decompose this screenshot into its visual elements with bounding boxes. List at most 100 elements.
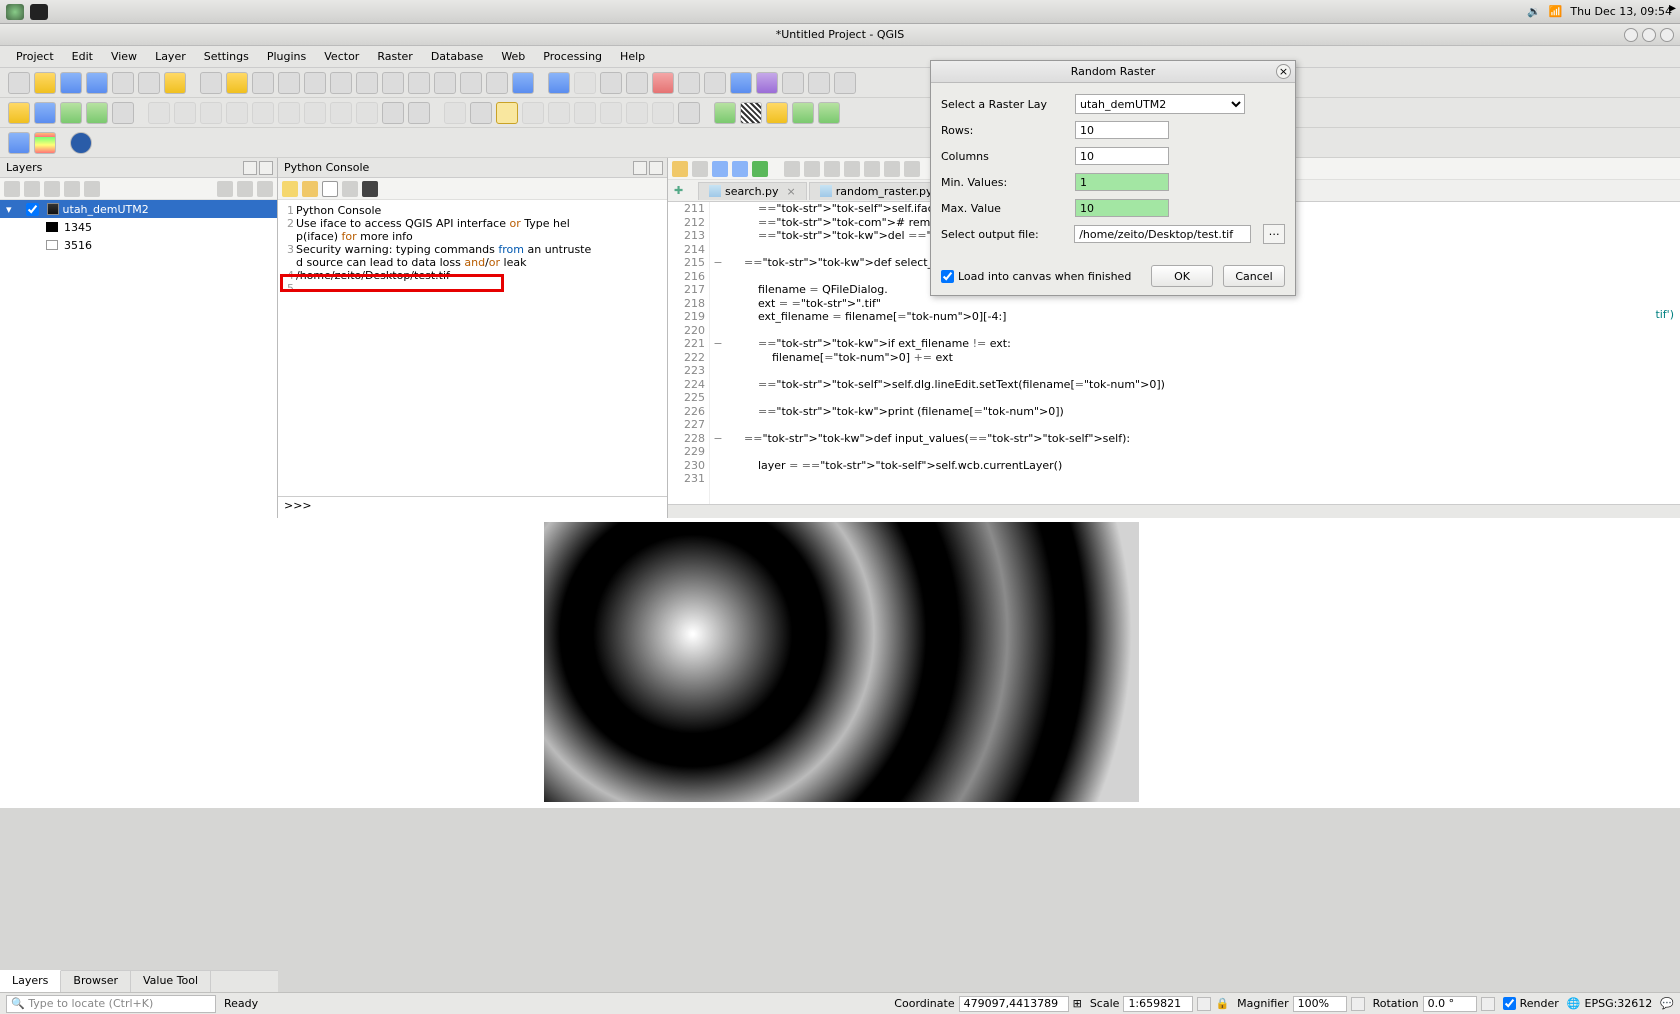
new-print-layout-icon[interactable] bbox=[112, 72, 134, 94]
menu-view[interactable]: View bbox=[103, 48, 145, 65]
select-icon[interactable] bbox=[600, 72, 622, 94]
plugin-icon-4[interactable] bbox=[766, 102, 788, 124]
plugin-icon-1[interactable] bbox=[678, 102, 700, 124]
find-icon[interactable] bbox=[884, 161, 900, 177]
close-tab-icon[interactable]: × bbox=[787, 185, 796, 198]
save-as-file-icon[interactable] bbox=[732, 161, 748, 177]
open-project-icon[interactable] bbox=[34, 72, 56, 94]
new-map-view-icon[interactable] bbox=[460, 72, 482, 94]
zoom-next-icon[interactable] bbox=[434, 72, 456, 94]
label-layer-icon[interactable] bbox=[496, 102, 518, 124]
ok-button[interactable]: OK bbox=[1151, 265, 1213, 287]
python-console-icon[interactable] bbox=[8, 132, 30, 154]
paste-icon[interactable] bbox=[824, 161, 840, 177]
help-console-icon[interactable] bbox=[362, 181, 378, 197]
raster-colors-icon[interactable] bbox=[34, 132, 56, 154]
close-console-icon[interactable] bbox=[649, 161, 663, 175]
render-checkbox[interactable] bbox=[1503, 997, 1516, 1010]
comment-icon[interactable] bbox=[844, 161, 860, 177]
object-inspector-icon[interactable] bbox=[904, 161, 920, 177]
pan-icon[interactable] bbox=[200, 72, 222, 94]
python-console-output[interactable]: 1Python Console 2Use iface to access QGI… bbox=[278, 200, 667, 496]
scale-input[interactable] bbox=[1123, 996, 1193, 1012]
crs-icon[interactable]: 🌐 bbox=[1567, 997, 1581, 1010]
new-virtual-icon[interactable] bbox=[112, 102, 134, 124]
layer-styling-icon[interactable] bbox=[4, 181, 20, 197]
close-panel-icon[interactable] bbox=[259, 161, 273, 175]
menu-vector[interactable]: Vector bbox=[316, 48, 367, 65]
expand-all-icon[interactable] bbox=[84, 181, 100, 197]
magnifier-stepper-icon[interactable] bbox=[1351, 997, 1365, 1011]
max-input[interactable] bbox=[1075, 199, 1169, 217]
statistics-icon[interactable] bbox=[756, 72, 778, 94]
undo-icon[interactable] bbox=[382, 102, 404, 124]
text-annotation-icon[interactable] bbox=[834, 72, 856, 94]
wms-icon[interactable] bbox=[70, 132, 92, 154]
dialog-titlebar[interactable]: Random Raster × bbox=[931, 61, 1295, 83]
menu-settings[interactable]: Settings bbox=[196, 48, 257, 65]
show-editor-icon[interactable] bbox=[322, 181, 338, 197]
coord-input[interactable] bbox=[959, 996, 1069, 1012]
zoom-full-icon[interactable] bbox=[330, 72, 352, 94]
rows-input[interactable] bbox=[1075, 121, 1169, 139]
layer-visibility-checkbox[interactable] bbox=[26, 203, 39, 216]
zoom-selection-icon[interactable] bbox=[356, 72, 378, 94]
browse-button[interactable]: … bbox=[1263, 224, 1285, 244]
open-table-icon[interactable] bbox=[678, 72, 700, 94]
identify-icon[interactable] bbox=[548, 72, 570, 94]
zoom-last-icon[interactable] bbox=[408, 72, 430, 94]
tab-search-py[interactable]: search.py× bbox=[698, 182, 807, 200]
add-vector-icon[interactable] bbox=[8, 102, 30, 124]
new-project-icon[interactable] bbox=[8, 72, 30, 94]
messages-icon[interactable]: 💬 bbox=[1660, 997, 1674, 1010]
minimize-button[interactable] bbox=[1624, 28, 1638, 42]
network-icon[interactable]: 📶 bbox=[1549, 5, 1563, 18]
scale-dropdown-icon[interactable] bbox=[1197, 997, 1211, 1011]
zoom-out-icon[interactable] bbox=[278, 72, 300, 94]
toolbox-icon[interactable] bbox=[730, 72, 752, 94]
copy-icon[interactable] bbox=[804, 161, 820, 177]
layer-tree[interactable]: ▾ utah_demUTM2 1345 3516 bbox=[0, 200, 277, 518]
lock-scale-icon[interactable]: 🔒 bbox=[1215, 997, 1229, 1010]
save-project-icon[interactable] bbox=[60, 72, 82, 94]
plugin-icon-3[interactable] bbox=[740, 102, 762, 124]
close-button[interactable] bbox=[1660, 28, 1674, 42]
undock-console-icon[interactable] bbox=[633, 161, 647, 175]
open-file-icon[interactable] bbox=[672, 161, 688, 177]
menu-raster[interactable]: Raster bbox=[369, 48, 420, 65]
collapse-all-icon[interactable] bbox=[237, 181, 253, 197]
menu-help[interactable]: Help bbox=[612, 48, 653, 65]
new-shp-icon[interactable] bbox=[60, 102, 82, 124]
new-file-icon[interactable] bbox=[692, 161, 708, 177]
undock-icon[interactable] bbox=[243, 161, 257, 175]
plugin-icon-6[interactable] bbox=[818, 102, 840, 124]
activities-icon[interactable] bbox=[6, 4, 24, 20]
pan-to-selection-icon[interactable] bbox=[226, 72, 248, 94]
menu-database[interactable]: Database bbox=[423, 48, 492, 65]
plugin-icon-2[interactable] bbox=[714, 102, 736, 124]
rotation-input[interactable] bbox=[1423, 996, 1477, 1012]
zoom-layer-icon[interactable] bbox=[382, 72, 404, 94]
style-manager-icon[interactable] bbox=[164, 72, 186, 94]
map-tips-icon[interactable] bbox=[808, 72, 830, 94]
dialog-close-icon[interactable]: × bbox=[1276, 64, 1291, 79]
volume-icon[interactable]: 🔉 bbox=[1527, 5, 1541, 18]
locator-input[interactable]: 🔍 Type to locate (Ctrl+K) bbox=[6, 995, 216, 1013]
save-file-icon[interactable] bbox=[712, 161, 728, 177]
new-gpkg-icon[interactable] bbox=[86, 102, 108, 124]
redo-icon[interactable] bbox=[408, 102, 430, 124]
raster-layer-select[interactable]: utah_demUTM2 bbox=[1075, 94, 1245, 114]
run-script-icon[interactable] bbox=[752, 161, 768, 177]
python-console-input[interactable]: >>> bbox=[278, 496, 667, 518]
uncomment-icon[interactable] bbox=[864, 161, 880, 177]
menu-processing[interactable]: Processing bbox=[535, 48, 610, 65]
maximize-button[interactable] bbox=[1642, 28, 1656, 42]
cut-icon[interactable] bbox=[784, 161, 800, 177]
manage-visibility-icon[interactable] bbox=[44, 181, 60, 197]
field-calc-icon[interactable] bbox=[704, 72, 726, 94]
expand-tree-icon[interactable] bbox=[257, 181, 273, 197]
zoom-native-icon[interactable] bbox=[304, 72, 326, 94]
tab-layers[interactable]: Layers bbox=[0, 970, 61, 992]
menu-web[interactable]: Web bbox=[493, 48, 533, 65]
plugin-icon-5[interactable] bbox=[792, 102, 814, 124]
